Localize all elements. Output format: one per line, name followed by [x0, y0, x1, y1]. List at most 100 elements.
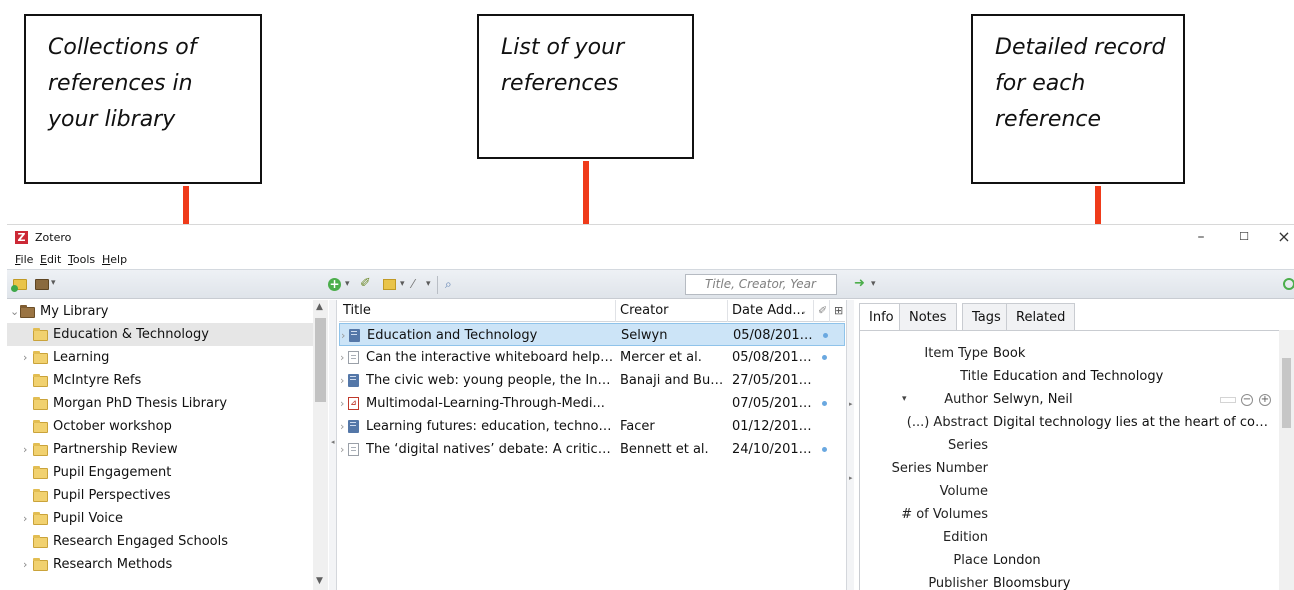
- field-value[interactable]: Education and Technology: [993, 365, 1275, 388]
- tab-related[interactable]: Related: [1006, 303, 1076, 330]
- attachment-icon[interactable]: ⁄: [412, 277, 414, 291]
- close-button[interactable]: ×: [1264, 225, 1294, 249]
- search-icon[interactable]: ⌕: [445, 277, 452, 291]
- scroll-down-icon[interactable]: ▼: [316, 576, 323, 586]
- pane-splitter[interactable]: ◂: [329, 300, 337, 590]
- collection-item[interactable]: Research Engaged Schools: [7, 530, 313, 553]
- field-label[interactable]: Edition: [943, 526, 988, 549]
- pane-splitter[interactable]: ▸ ▸: [846, 300, 854, 590]
- chevron-down-icon[interactable]: ▾: [871, 277, 876, 291]
- search-input[interactable]: Title, Creator, Year: [685, 274, 837, 295]
- field-value[interactable]: Book: [993, 342, 1275, 365]
- item-row[interactable]: › Learning futures: education, technolo..…: [339, 415, 845, 438]
- chevron-right-icon[interactable]: ›: [23, 438, 27, 461]
- sync-icon[interactable]: [1283, 278, 1294, 290]
- item-row[interactable]: › ⊿ Multimodal-Learning-Through-Medi... 07/…: [339, 392, 845, 415]
- collections-scrollbar[interactable]: ▲ ▼: [313, 300, 328, 590]
- item-row[interactable]: › The ‘digital natives’ debate: A critica…: [339, 438, 845, 461]
- field-label[interactable]: # of Volumes: [901, 503, 988, 526]
- chevron-right-icon[interactable]: ›: [341, 324, 345, 347]
- add-note-icon[interactable]: [383, 279, 396, 290]
- chevron-down-icon[interactable]: ▾: [51, 276, 56, 290]
- item-date-added: 07/05/2014...: [732, 396, 814, 411]
- chevron-right-icon[interactable]: ›: [340, 346, 344, 369]
- locate-icon[interactable]: ➜: [854, 277, 865, 291]
- scroll-up-icon[interactable]: ▲: [316, 302, 323, 312]
- collection-item[interactable]: Pupil Perspectives: [7, 484, 313, 507]
- new-collection-icon[interactable]: [11, 279, 27, 292]
- chevron-right-icon[interactable]: ›: [340, 415, 344, 438]
- minimize-button[interactable]: –: [1181, 225, 1221, 249]
- collection-item[interactable]: Pupil Engagement: [7, 461, 313, 484]
- article-icon: [348, 351, 359, 364]
- folder-icon: [33, 489, 48, 502]
- add-by-identifier-icon[interactable]: ✐: [360, 277, 371, 291]
- attachment-column-icon[interactable]: ✐: [814, 300, 830, 322]
- field-value[interactable]: Digital technology lies at the heart of …: [993, 411, 1275, 434]
- chevron-down-icon[interactable]: ▾: [902, 388, 907, 411]
- attachment-status-icon: [822, 401, 827, 406]
- column-title[interactable]: Title: [339, 300, 616, 322]
- zotero-window: Z Zotero – ☐ × File Edit Tools Help ▾ + …: [7, 224, 1294, 590]
- field-label[interactable]: Item Type: [924, 342, 988, 365]
- callout-line: for each: [995, 71, 1086, 96]
- remove-author-icon[interactable]: −: [1241, 394, 1253, 406]
- chevron-right-icon[interactable]: ›: [23, 507, 27, 530]
- field-label[interactable]: Author: [944, 388, 988, 411]
- field-value[interactable]: Bloomsbury: [993, 572, 1275, 590]
- field-label[interactable]: Publisher: [928, 572, 988, 590]
- item-row[interactable]: › The civic web: young people, the Inte..…: [339, 369, 845, 392]
- scrollbar-thumb[interactable]: [315, 318, 326, 402]
- collection-item[interactable]: › Learning: [7, 346, 313, 369]
- collection-item[interactable]: Morgan PhD Thesis Library: [7, 392, 313, 415]
- field-row: Publisher Bloomsbury: [860, 572, 1278, 590]
- add-author-icon[interactable]: +: [1259, 394, 1271, 406]
- menu-label: ile: [20, 253, 34, 266]
- collection-item[interactable]: › Partnership Review: [7, 438, 313, 461]
- window-title: Zotero: [35, 231, 72, 244]
- menu-edit[interactable]: Edit: [40, 253, 61, 266]
- field-label[interactable]: Series: [948, 434, 988, 457]
- column-picker-icon[interactable]: ⊞: [830, 300, 845, 322]
- scrollbar-thumb[interactable]: [1282, 358, 1291, 428]
- collection-label: Pupil Voice: [53, 511, 124, 526]
- chevron-down-icon[interactable]: ▾: [400, 277, 405, 291]
- tab-info[interactable]: Info: [859, 303, 904, 331]
- menu-tools[interactable]: Tools: [68, 253, 95, 266]
- chevron-down-icon[interactable]: ⌄: [10, 300, 19, 323]
- creator-mode-icon[interactable]: [1220, 397, 1236, 403]
- column-creator[interactable]: Creator: [616, 300, 728, 322]
- callout-line: references: [501, 71, 619, 96]
- maximize-button[interactable]: ☐: [1224, 225, 1264, 249]
- field-label[interactable]: Title: [960, 365, 988, 388]
- chevron-down-icon[interactable]: ▾: [345, 277, 350, 291]
- chevron-right-icon[interactable]: ›: [340, 369, 344, 392]
- chevron-right-icon[interactable]: ›: [340, 438, 344, 461]
- item-row[interactable]: › Can the interactive whiteboard help t..…: [339, 346, 845, 369]
- collection-item[interactable]: ⌄ My Library: [7, 300, 313, 323]
- field-label[interactable]: (...) Abstract: [907, 411, 988, 434]
- field-value[interactable]: London: [993, 549, 1275, 572]
- collection-item[interactable]: Education & Technology: [7, 323, 313, 346]
- new-item-icon[interactable]: +: [328, 278, 341, 291]
- item-pane-scrollbar[interactable]: [1279, 330, 1294, 590]
- item-row[interactable]: › Education and Technology Selwyn 05/08/201…: [339, 323, 845, 346]
- chevron-right-icon[interactable]: ›: [23, 553, 27, 576]
- tab-notes[interactable]: Notes: [899, 303, 957, 330]
- menu-help[interactable]: Help: [102, 253, 127, 266]
- chevron-right-icon[interactable]: ›: [340, 392, 344, 415]
- field-label[interactable]: Place: [953, 549, 988, 572]
- tab-tags[interactable]: Tags: [962, 303, 1011, 330]
- field-label[interactable]: Volume: [940, 480, 988, 503]
- collection-item[interactable]: › Pupil Voice: [7, 507, 313, 530]
- field-label[interactable]: Series Number: [892, 457, 988, 480]
- collection-item[interactable]: McIntyre Refs: [7, 369, 313, 392]
- menu-file[interactable]: File: [15, 253, 33, 266]
- new-library-icon[interactable]: [35, 279, 49, 290]
- collection-item[interactable]: October workshop: [7, 415, 313, 438]
- chevron-right-icon[interactable]: ›: [23, 346, 27, 369]
- chevron-down-icon[interactable]: ▾: [426, 277, 431, 291]
- folder-icon: [33, 443, 48, 456]
- menu-label: elp: [110, 253, 128, 266]
- collection-item[interactable]: › Research Methods: [7, 553, 313, 576]
